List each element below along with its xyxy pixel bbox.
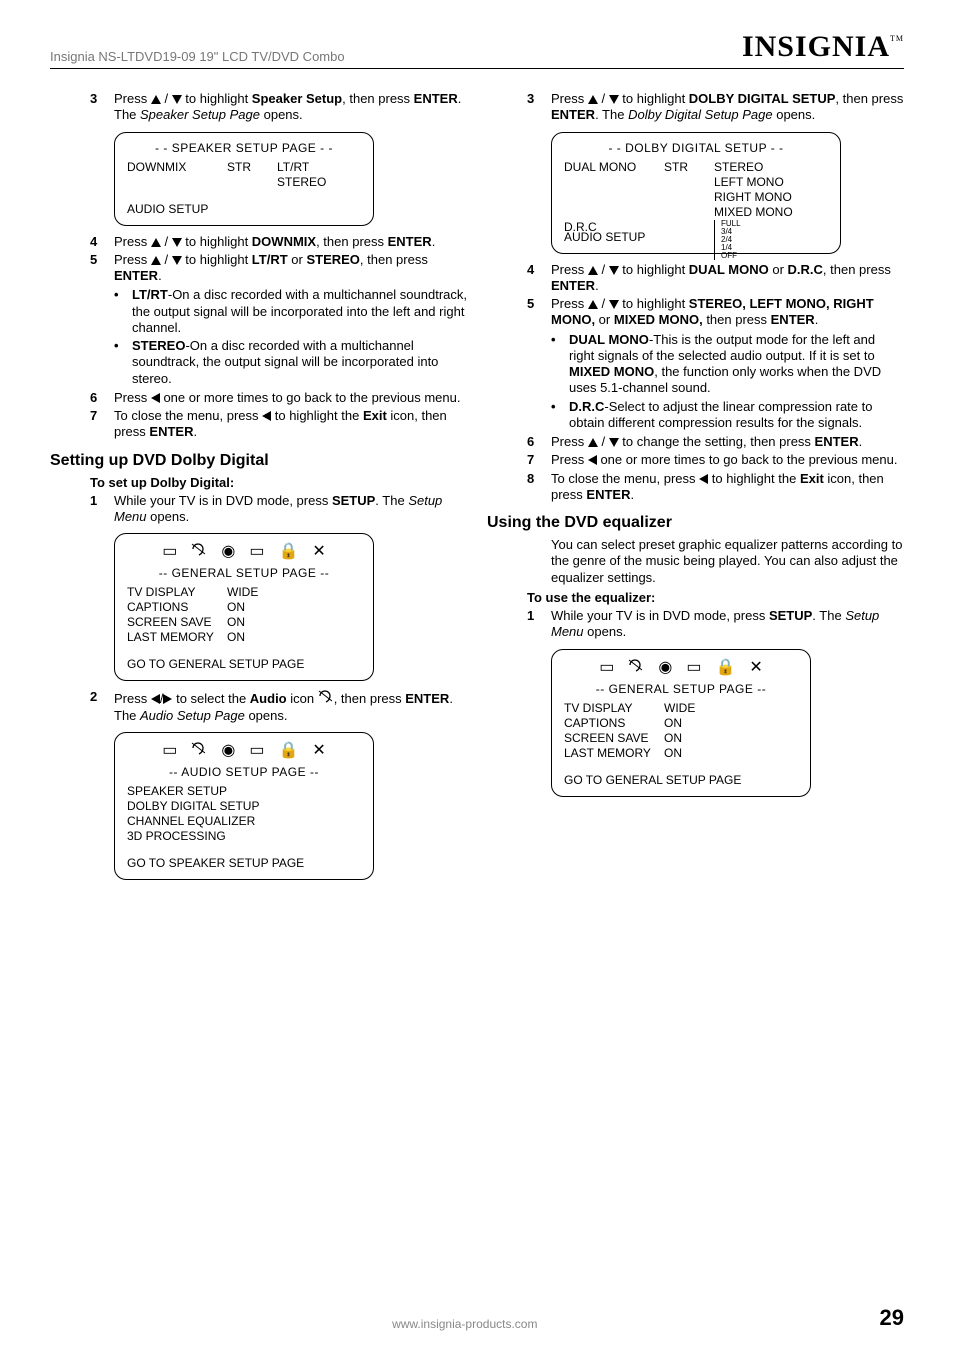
globe-icon: ◉ xyxy=(221,741,235,761)
globe-icon: ◉ xyxy=(221,542,235,562)
osd-icon-row: ▭ ◉ ▭ 🔒 ✕ xyxy=(127,741,361,761)
screen-icon: ▭ xyxy=(686,658,701,678)
tv-icon: ▭ xyxy=(162,542,177,562)
osd-row: DOWNMIX STR LT/RT xyxy=(127,160,361,175)
content-columns: 3 Press / to highlight Speaker Setup, th… xyxy=(50,89,904,888)
up-icon xyxy=(588,300,598,309)
left-column: 3 Press / to highlight Speaker Setup, th… xyxy=(50,89,467,888)
right-step-5: 5 Press / to highlight STEREO, LEFT MONO… xyxy=(527,296,904,329)
left-icon xyxy=(151,694,160,704)
tv-icon: ▭ xyxy=(162,741,177,761)
osd-icon-row: ▭ ◉ ▭ 🔒 ✕ xyxy=(127,542,361,562)
heading-equalizer: Using the DVD equalizer xyxy=(487,513,904,533)
step-number: 3 xyxy=(90,91,114,124)
left-step-1: 1 While your TV is in DVD mode, press SE… xyxy=(90,493,467,526)
brand-name: INSIGNIA xyxy=(742,30,890,64)
ear-icon xyxy=(318,689,334,703)
up-icon xyxy=(588,438,598,447)
step-body: Press / to highlight Speaker Setup, then… xyxy=(114,91,467,124)
lock-icon: 🔒 xyxy=(278,542,298,562)
footer-url: www.insignia-products.com xyxy=(392,1317,537,1331)
right-step5-bullets: • DUAL MONO-This is the output mode for … xyxy=(551,332,904,432)
lock-icon: 🔒 xyxy=(278,741,298,761)
trademark: TM xyxy=(890,30,904,43)
left-step5-bullets: • LT/RT-On a disc recorded with a multic… xyxy=(114,287,467,387)
model-text: Insignia NS-LTDVD19-09 19" LCD TV/DVD Co… xyxy=(50,49,345,64)
ear-icon xyxy=(628,658,644,672)
left-step-7: 7 To close the menu, press to highlight … xyxy=(90,408,467,441)
left-step-2: 2 Press / to select the Audio icon , the… xyxy=(90,689,467,724)
left-step-6: 6 Press one or more times to go back to … xyxy=(90,390,467,406)
osd-title: - - SPEAKER SETUP PAGE - - xyxy=(127,141,361,156)
page-number: 29 xyxy=(880,1305,904,1331)
osd-footer: AUDIO SETUP xyxy=(127,202,361,217)
osd-row: STEREO xyxy=(127,175,361,190)
down-icon xyxy=(172,238,182,247)
bullet-drc: • D.R.C-Select to adjust the linear comp… xyxy=(551,399,904,432)
left-step-4: 4 Press / to highlight DOWNMIX, then pre… xyxy=(90,234,467,250)
ear-icon xyxy=(191,542,207,556)
right-step-7: 7 Press one or more times to go back to … xyxy=(527,452,904,468)
right-eq-step-1: 1 While your TV is in DVD mode, press SE… xyxy=(527,608,904,641)
left-icon xyxy=(588,455,597,465)
bullet-ltrt: • LT/RT-On a disc recorded with a multic… xyxy=(114,287,467,336)
right-step-4: 4 Press / to highlight DUAL MONO or D.R.… xyxy=(527,262,904,295)
osd-icon-row: ▭ ◉ ▭ 🔒 ✕ xyxy=(564,658,798,678)
brand-logo: INSIGNIA TM xyxy=(742,30,904,64)
left-icon xyxy=(151,393,160,403)
down-icon xyxy=(172,95,182,104)
tools-icon: ✕ xyxy=(749,658,762,678)
up-icon xyxy=(151,95,161,104)
osd-general-setup-left: ▭ ◉ ▭ 🔒 ✕ -- GENERAL SETUP PAGE -- TV DI… xyxy=(114,533,374,681)
left-icon xyxy=(699,474,708,484)
screen-icon: ▭ xyxy=(249,741,264,761)
up-icon xyxy=(588,266,598,275)
down-icon xyxy=(609,95,619,104)
heading-dolby: Setting up DVD Dolby Digital xyxy=(50,451,467,471)
down-icon xyxy=(172,256,182,265)
subheading-equalizer: To use the equalizer: xyxy=(527,590,904,606)
left-icon xyxy=(262,411,271,421)
page-footer: www.insignia-products.com 29 xyxy=(50,1305,904,1331)
right-step-8: 8 To close the menu, press to highlight … xyxy=(527,471,904,504)
osd-speaker-setup: - - SPEAKER SETUP PAGE - - DOWNMIX STR L… xyxy=(114,132,374,226)
tv-icon: ▭ xyxy=(599,658,614,678)
lock-icon: 🔒 xyxy=(715,658,735,678)
up-icon xyxy=(151,238,161,247)
left-step-3: 3 Press / to highlight Speaker Setup, th… xyxy=(90,91,467,124)
page-header: Insignia NS-LTDVD19-09 19" LCD TV/DVD Co… xyxy=(50,30,904,69)
tools-icon: ✕ xyxy=(312,741,325,761)
right-step-6: 6 Press / to change the setting, then pr… xyxy=(527,434,904,450)
bullet-stereo: • STEREO-On a disc recorded with a multi… xyxy=(114,338,467,387)
down-icon xyxy=(609,438,619,447)
tools-icon: ✕ xyxy=(312,542,325,562)
down-icon xyxy=(609,266,619,275)
right-column: 3 Press / to highlight DOLBY DIGITAL SET… xyxy=(487,89,904,888)
screen-icon: ▭ xyxy=(249,542,264,562)
up-icon xyxy=(151,256,161,265)
osd-audio-setup: ▭ ◉ ▭ 🔒 ✕ -- AUDIO SETUP PAGE -- SPEAKER… xyxy=(114,732,374,880)
osd-dolby-setup: - - DOLBY DIGITAL SETUP - - DUAL MONO ST… xyxy=(551,132,841,254)
up-icon xyxy=(588,95,598,104)
equalizer-intro: You can select preset graphic equalizer … xyxy=(551,537,904,586)
ear-icon xyxy=(191,741,207,755)
down-icon xyxy=(609,300,619,309)
subheading-dolby: To set up Dolby Digital: xyxy=(90,475,467,491)
globe-icon: ◉ xyxy=(658,658,672,678)
osd-general-setup-right: ▭ ◉ ▭ 🔒 ✕ -- GENERAL SETUP PAGE -- TV DI… xyxy=(551,649,811,797)
right-step-3: 3 Press / to highlight DOLBY DIGITAL SET… xyxy=(527,91,904,124)
bullet-dualmono: • DUAL MONO-This is the output mode for … xyxy=(551,332,904,397)
drc-scale: FULL 3/4 2/4 1/4 OFF xyxy=(714,220,828,260)
left-step-5: 5 Press / to highlight LT/RT or STEREO, … xyxy=(90,252,467,285)
